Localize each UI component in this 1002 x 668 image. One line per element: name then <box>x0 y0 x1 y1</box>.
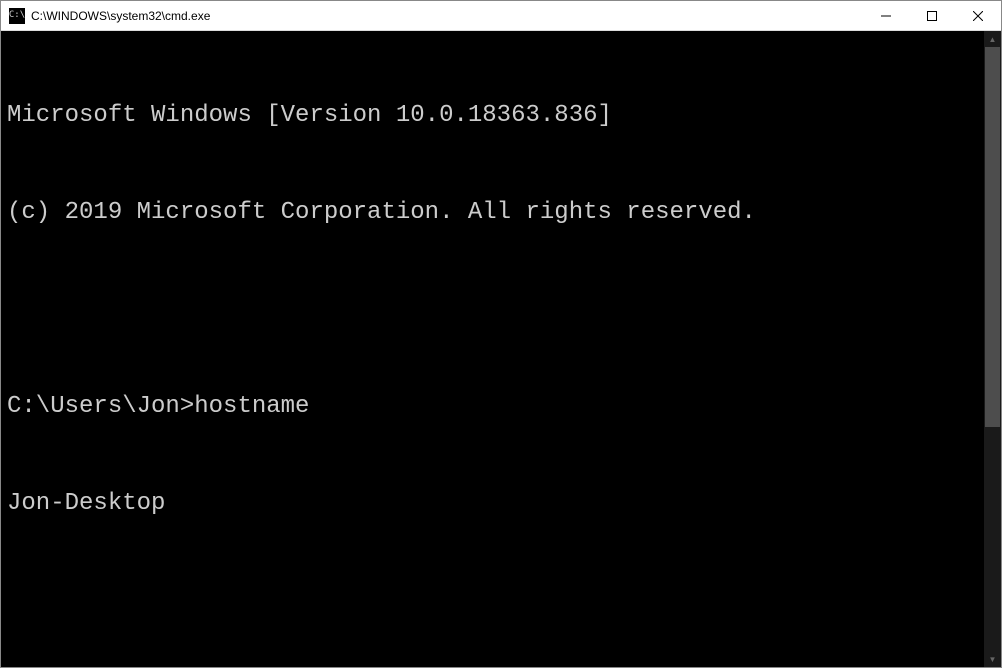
maximize-icon <box>927 11 937 21</box>
scroll-down-arrow-icon[interactable]: ▼ <box>984 651 1001 667</box>
window-controls <box>863 1 1001 30</box>
terminal-line: Microsoft Windows [Version 10.0.18363.83… <box>7 100 978 132</box>
terminal-line: (c) 2019 Microsoft Corporation. All righ… <box>7 197 978 229</box>
scrollbar[interactable]: ▲ ▼ <box>984 31 1001 667</box>
scroll-up-arrow-icon[interactable]: ▲ <box>984 31 1001 47</box>
titlebar[interactable]: C:\ C:\WINDOWS\system32\cmd.exe <box>1 1 1001 31</box>
terminal-line <box>7 586 978 618</box>
close-button[interactable] <box>955 1 1001 30</box>
window-title: C:\WINDOWS\system32\cmd.exe <box>31 9 863 23</box>
minimize-button[interactable] <box>863 1 909 30</box>
terminal-output[interactable]: Microsoft Windows [Version 10.0.18363.83… <box>1 31 984 667</box>
cmd-icon: C:\ <box>9 8 25 24</box>
maximize-button[interactable] <box>909 1 955 30</box>
minimize-icon <box>881 11 891 21</box>
scroll-thumb[interactable] <box>985 47 1000 427</box>
close-icon <box>973 11 983 21</box>
terminal-line <box>7 294 978 326</box>
terminal-area[interactable]: Microsoft Windows [Version 10.0.18363.83… <box>1 31 1001 667</box>
terminal-line: C:\Users\Jon>hostname <box>7 391 978 423</box>
terminal-line: Jon-Desktop <box>7 488 978 520</box>
